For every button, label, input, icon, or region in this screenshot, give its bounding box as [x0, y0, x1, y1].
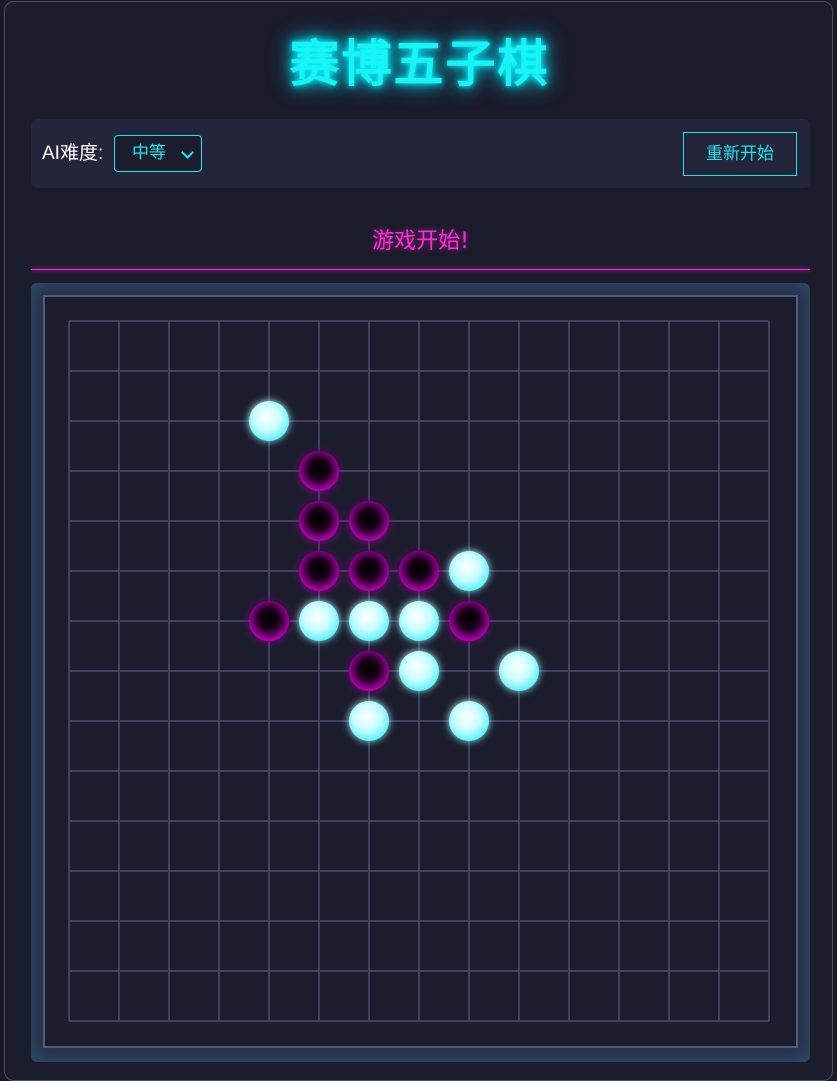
white-stone — [499, 651, 539, 691]
white-stone — [349, 601, 389, 641]
black-stone — [299, 501, 339, 541]
black-stone — [349, 651, 389, 691]
game-title: 赛博五子棋 — [289, 35, 550, 93]
white-stone — [299, 601, 339, 641]
black-stone — [349, 551, 389, 591]
restart-button[interactable]: 重新开始 — [683, 132, 797, 176]
black-stone — [299, 551, 339, 591]
black-stone — [449, 601, 489, 641]
game-container: 赛博五子棋 AI难度: 中等 重新开始 游戏开始! — [4, 1, 833, 1081]
white-stone — [249, 401, 289, 441]
white-stone — [449, 551, 489, 591]
control-panel: AI难度: 中等 重新开始 — [31, 119, 810, 188]
status-message: 游戏开始! — [372, 229, 469, 254]
white-stone — [349, 701, 389, 741]
difficulty-select[interactable]: 中等 — [114, 135, 202, 172]
game-board[interactable] — [43, 295, 798, 1048]
black-stone — [349, 501, 389, 541]
difficulty-selected-value: 中等 — [132, 143, 166, 163]
black-stone — [299, 451, 339, 491]
black-stone — [399, 551, 439, 591]
chevron-down-icon — [181, 146, 194, 159]
status-divider — [31, 269, 810, 270]
white-stone — [399, 651, 439, 691]
board-frame — [31, 283, 810, 1062]
white-stone — [399, 601, 439, 641]
board-canvas[interactable] — [45, 297, 796, 1046]
black-stone — [249, 601, 289, 641]
difficulty-label: AI难度: — [42, 143, 104, 164]
white-stone — [449, 701, 489, 741]
